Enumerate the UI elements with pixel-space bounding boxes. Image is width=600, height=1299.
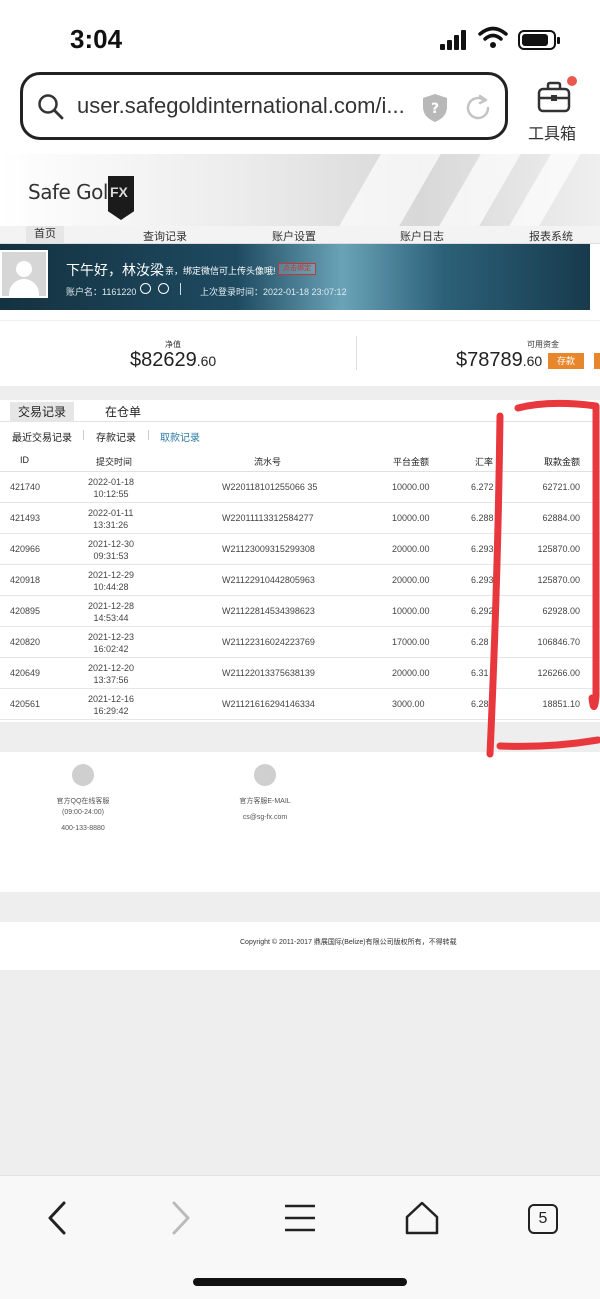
nav-account-log[interactable]: 账户日志 bbox=[400, 228, 444, 244]
red-annotation-mark bbox=[486, 399, 600, 758]
cell-serial: W21122316024223769 bbox=[222, 637, 315, 647]
cell-id: 420649 bbox=[10, 668, 41, 678]
search-icon bbox=[38, 94, 64, 120]
address-bar[interactable]: user.safegoldinternational.com/i... ? bbox=[20, 72, 508, 140]
email-contact: 官方客服E-MAIL cs@sg-fx.com bbox=[222, 796, 308, 823]
reload-icon[interactable] bbox=[463, 93, 493, 123]
cell-submit-time: 2022-01-18 10:12:55 bbox=[88, 477, 135, 499]
available-funds: $78789.60 bbox=[456, 349, 543, 371]
divider bbox=[356, 336, 357, 370]
tab-trade-records[interactable]: 交易记录 bbox=[10, 402, 75, 422]
cell-submit-time: 2021-12-20 13:37:56 bbox=[88, 663, 135, 685]
nav-account-settings[interactable]: 账户设置 bbox=[272, 228, 316, 244]
cell-submit-time: 2021-12-16 16:29:42 bbox=[88, 694, 135, 716]
cell-serial: W21122910442805963 bbox=[222, 575, 315, 585]
svg-text:?: ? bbox=[431, 101, 439, 117]
net-value: $82629.60 bbox=[130, 349, 217, 371]
cell-platform-amount: 3000.00 bbox=[392, 699, 425, 709]
account-icons bbox=[140, 283, 172, 295]
last-login-time: 上次登录时间：2022-01-18 23:07:12 bbox=[200, 287, 347, 297]
cell-submit-time: 2021-12-30 09:31:53 bbox=[88, 539, 135, 561]
security-shield-icon[interactable]: ? bbox=[421, 93, 449, 123]
cell-platform-amount: 20000.00 bbox=[392, 544, 430, 554]
nav-report-system[interactable]: 报表系统 bbox=[529, 228, 573, 244]
cell-platform-amount: 10000.00 bbox=[392, 606, 430, 616]
subtab-deposit-records[interactable]: 存款记录 bbox=[96, 429, 136, 444]
cell-id: 420918 bbox=[10, 575, 41, 585]
menu-icon[interactable] bbox=[280, 1198, 320, 1238]
toolbox-icon[interactable] bbox=[536, 80, 572, 114]
subtab-withdraw-records[interactable]: 取款记录 bbox=[160, 429, 200, 444]
wifi-icon bbox=[478, 26, 508, 48]
nav-query-records[interactable]: 查询记录 bbox=[143, 228, 187, 244]
wechat-tip: 亲，绑定微信可上传头像哦! bbox=[165, 266, 276, 276]
tabs-count-button[interactable]: 5 bbox=[528, 1204, 558, 1234]
tab-open-positions[interactable]: 在仓单 bbox=[97, 402, 149, 422]
divider bbox=[148, 430, 149, 440]
cell-platform-amount: 10000.00 bbox=[392, 482, 430, 492]
withdraw-button-edge[interactable] bbox=[594, 353, 600, 369]
col-submit-time: 提交时间 bbox=[96, 457, 133, 467]
divider bbox=[180, 283, 181, 295]
notification-dot bbox=[567, 76, 577, 86]
cell-submit-time: 2021-12-23 16:02:42 bbox=[88, 632, 135, 654]
home-icon[interactable] bbox=[402, 1198, 442, 1238]
cell-serial: W22011113312584277 bbox=[222, 513, 314, 523]
cell-platform-amount: 20000.00 bbox=[392, 668, 430, 678]
cell-id: 420561 bbox=[10, 699, 41, 709]
forward-icon[interactable] bbox=[160, 1198, 200, 1238]
cell-serial: W21121616294146334 bbox=[222, 699, 315, 709]
cell-platform-amount: 17000.00 bbox=[392, 637, 430, 647]
divider bbox=[83, 430, 84, 440]
col-platform-amount: 平台金额 bbox=[393, 457, 430, 467]
cellular-signal-icon bbox=[440, 30, 468, 50]
qq-icon[interactable] bbox=[72, 764, 94, 786]
cell-platform-amount: 10000.00 bbox=[392, 513, 430, 523]
bind-wechat-button[interactable]: 点击绑定 bbox=[278, 263, 316, 275]
home-indicator bbox=[193, 1278, 407, 1286]
cell-platform-amount: 20000.00 bbox=[392, 575, 430, 585]
section-gap bbox=[0, 892, 600, 922]
cell-submit-time: 2021-12-28 14:53:44 bbox=[88, 601, 135, 623]
cell-submit-time: 2021-12-29 10:44:28 bbox=[88, 570, 135, 592]
account-name: 账户名：1161220 bbox=[66, 287, 137, 297]
avatar[interactable] bbox=[0, 250, 48, 298]
battery-icon bbox=[518, 30, 560, 50]
cell-serial: W21122013375638139 bbox=[222, 668, 315, 678]
cell-id: 420966 bbox=[10, 544, 41, 554]
status-time: 3:04 bbox=[70, 24, 123, 54]
cell-serial: W21123009315299308 bbox=[222, 544, 315, 554]
col-serial: 流水号 bbox=[254, 457, 282, 467]
greeting-text: 下午好， bbox=[66, 262, 122, 278]
site-logo[interactable]: Safe Gold bbox=[28, 180, 121, 204]
cell-id: 420895 bbox=[10, 606, 41, 616]
page-background bbox=[0, 970, 600, 1175]
lock-icon[interactable] bbox=[158, 283, 169, 294]
cell-id: 420820 bbox=[10, 637, 41, 647]
cell-id: 421740 bbox=[10, 482, 41, 492]
cell-serial: W21122814534398623 bbox=[222, 606, 315, 616]
back-icon[interactable] bbox=[38, 1198, 78, 1238]
col-id: ID bbox=[20, 455, 29, 465]
wechat-icon[interactable] bbox=[140, 283, 151, 294]
user-name: 林汝梁 bbox=[122, 262, 164, 278]
url-text[interactable]: user.safegoldinternational.com/i... bbox=[77, 93, 417, 119]
subtab-recent-trades[interactable]: 最近交易记录 bbox=[12, 429, 72, 444]
deposit-button[interactable]: 存款 bbox=[548, 353, 584, 369]
nav-home[interactable]: 首页 bbox=[26, 226, 64, 243]
balance-area: 净值 $82629.60 可用资金 $78789.60 bbox=[0, 320, 600, 386]
qq-contact: 官方QQ在线客服 (09:00-24:00) 400-133-8880 bbox=[56, 798, 110, 832]
cell-serial: W220118101255066 35 bbox=[222, 482, 318, 492]
copyright-text: Copyright © 2011-2017 鼎展国际(Belize)有限公司版权… bbox=[240, 939, 457, 946]
toolbox-label[interactable]: 工具箱 bbox=[528, 120, 576, 144]
cell-id: 421493 bbox=[10, 513, 41, 523]
cell-submit-time: 2022-01-11 13:31:26 bbox=[88, 508, 134, 530]
main-nav: 首页 查询记录 账户设置 账户日志 报表系统 bbox=[0, 226, 600, 244]
email-icon[interactable] bbox=[254, 764, 276, 786]
logo-fx-badge: FX bbox=[108, 176, 134, 220]
email-link[interactable]: cs@sg-fx.com bbox=[222, 812, 308, 823]
